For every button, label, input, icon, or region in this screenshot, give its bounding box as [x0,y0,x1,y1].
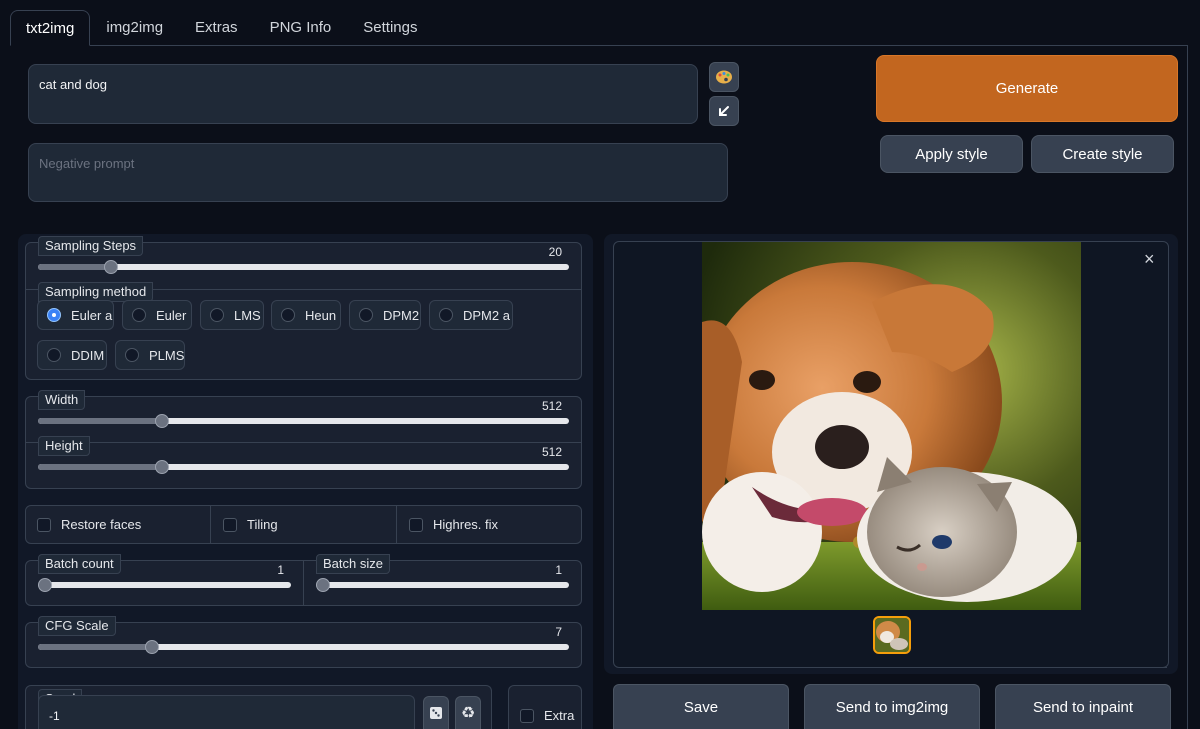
height-slider[interactable] [38,460,569,474]
radio-dot [132,308,146,322]
close-icon[interactable]: × [1144,249,1155,270]
recycle-icon: ♻ [460,705,476,722]
checkbox-label: Extra [544,708,575,723]
tab-txt2img[interactable]: txt2img [10,10,91,46]
radio-dot [47,348,61,362]
reuse-seed-button[interactable]: ♻ [455,696,481,729]
radio-label: DDIM [71,347,105,363]
checkbox-label: Highres. fix [433,517,499,532]
radio-dot [281,308,295,322]
extra-checkbox[interactable]: Extra [520,708,574,723]
checkbox-label: Tiling [247,517,278,532]
checkbox-box [223,517,237,532]
dice-icon [430,707,442,719]
width-value[interactable]: 512 [520,399,562,413]
generated-image[interactable] [702,242,1081,610]
create-style-button[interactable]: Create style [1031,135,1174,173]
tab-img2img[interactable]: img2img [90,10,179,46]
sampling-steps-slider[interactable] [38,260,569,274]
sampling-steps-label: Sampling Steps [38,236,144,256]
cfg-scale-slider[interactable] [38,640,569,654]
tiling-checkbox[interactable]: Tiling [223,517,278,532]
batch-size-slider[interactable] [316,578,569,592]
panel-border [1187,45,1188,729]
tab-png-info[interactable]: PNG Info [254,10,348,46]
prompt-input[interactable]: cat and dog [28,64,698,124]
radio-plms[interactable]: PLMS [115,340,185,370]
slider-thumb[interactable] [155,414,169,428]
sampling-steps-value[interactable]: 20 [520,245,562,259]
cfg-scale-label: CFG Scale [38,616,116,636]
divider [619,667,1167,668]
divider [210,506,211,543]
negative-prompt-input[interactable]: Negative prompt [28,143,728,202]
tab-settings[interactable]: Settings [347,10,433,46]
batch-count-label: Batch count [38,554,121,574]
batch-count-slider[interactable] [38,578,291,592]
slider-thumb[interactable] [316,578,330,592]
radio-dpm2-a[interactable]: DPM2 a [429,300,513,330]
radio-label: PLMS [149,347,185,363]
slider-thumb[interactable] [155,460,169,474]
radio-label: Euler [156,307,187,323]
radio-dot [439,308,453,322]
width-label: Width [38,390,86,410]
radio-euler-a[interactable]: Euler a [37,300,114,330]
cfg-scale-value[interactable]: 7 [520,625,562,639]
batch-size-value[interactable]: 1 [528,563,562,577]
radio-heun[interactable]: Heun [271,300,341,330]
radio-label: Euler a [71,307,113,323]
batch-count-value[interactable]: 1 [250,563,284,577]
radio-label: Heun [305,307,337,323]
checkbox-box [520,708,534,723]
slider-thumb[interactable] [38,578,52,592]
radio-label: DPM2 [383,307,420,323]
thumbnail-image [875,618,909,652]
divider [396,506,397,543]
thumbnail[interactable] [873,616,911,654]
sampling-method-label: Sampling method [38,282,154,302]
send-to-img2img-button[interactable]: Send to img2img [804,684,980,729]
apply-style-button[interactable]: Apply style [880,135,1023,173]
arrow-down-left-icon [719,106,729,116]
slider-thumb[interactable] [104,260,118,274]
palette-icon [716,70,732,84]
slider-thumb[interactable] [145,640,159,654]
radio-dot [359,308,373,322]
tab-divider [88,45,1188,46]
radio-dpm2[interactable]: DPM2 [349,300,421,330]
radio-label: DPM2 a [463,307,510,323]
palette-button[interactable] [709,62,739,92]
random-seed-button[interactable] [423,696,449,729]
width-slider[interactable] [38,414,569,428]
radio-dot [125,348,139,362]
checkbox-box [37,517,51,532]
restore-faces-checkbox[interactable]: Restore faces [37,517,141,532]
checkbox-box [409,517,423,532]
divider [26,442,581,443]
radio-dot [210,308,224,322]
seed-input[interactable]: -1 [38,695,415,729]
radio-lms[interactable]: LMS [200,300,264,330]
read-params-button[interactable] [709,96,739,126]
radio-dot [47,308,61,322]
radio-euler[interactable]: Euler [122,300,192,330]
tab-bar: txt2img img2img Extras PNG Info Settings [10,10,433,46]
divider [303,561,304,605]
send-to-inpaint-button[interactable]: Send to inpaint [995,684,1171,729]
highres-fix-checkbox[interactable]: Highres. fix [409,517,498,532]
radio-ddim[interactable]: DDIM [37,340,107,370]
height-label: Height [38,436,90,456]
tab-extras[interactable]: Extras [179,10,254,46]
save-button[interactable]: Save [613,684,789,729]
batch-size-label: Batch size [316,554,390,574]
checkbox-label: Restore faces [61,517,142,532]
radio-label: LMS [234,307,261,323]
generate-button[interactable]: Generate [876,55,1178,122]
height-value[interactable]: 512 [520,445,562,459]
